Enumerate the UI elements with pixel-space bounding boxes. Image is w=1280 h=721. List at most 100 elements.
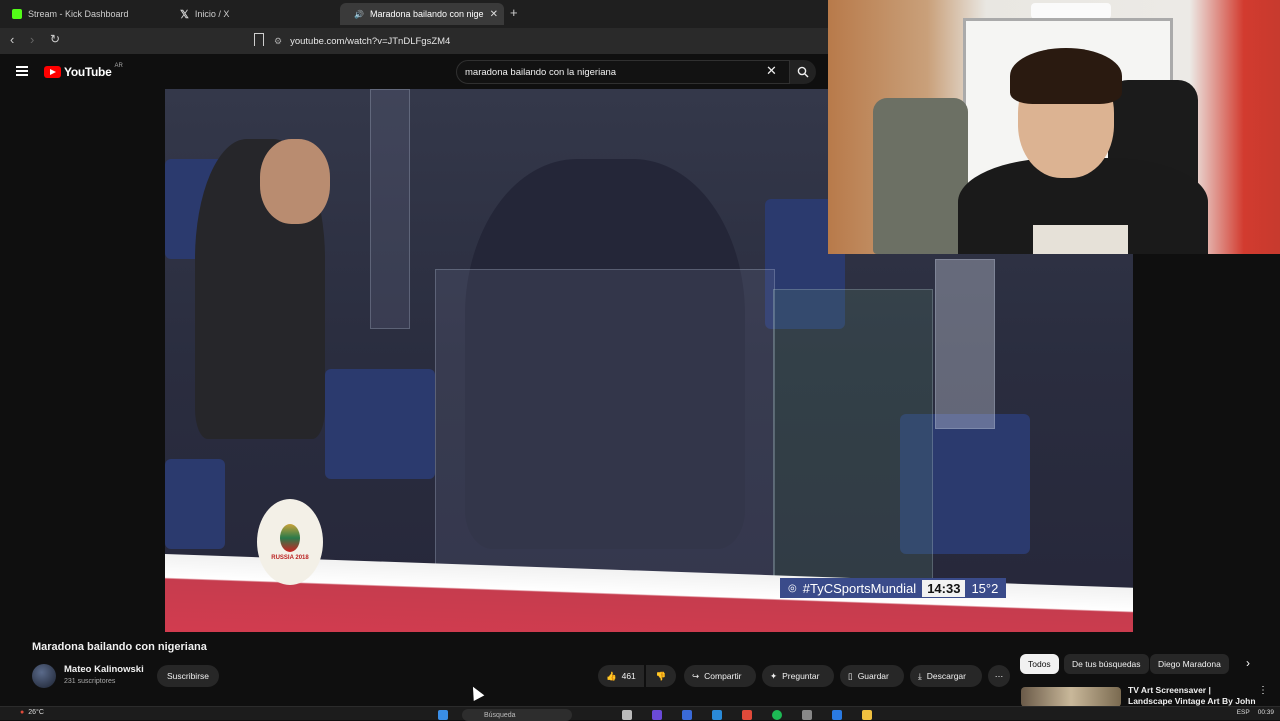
chip-diego-maradona[interactable]: Diego Maradona: [1150, 654, 1229, 674]
overlay-hashtag: #TyCSportsMundial: [802, 580, 917, 596]
search-button[interactable]: [790, 60, 816, 84]
url-text: youtube.com/watch?v=JTnDLFgsZM4: [290, 35, 451, 47]
file-explorer-icon[interactable]: [862, 710, 872, 720]
app-icon[interactable]: [802, 710, 812, 720]
weather-widget[interactable]: ● 26°C: [20, 709, 44, 716]
tab-x-home[interactable]: 𝕏 Inicio / X: [172, 3, 338, 25]
recommendation-title[interactable]: TV Art Screensaver | Landscape Vintage A…: [1128, 685, 1256, 707]
app-icon[interactable]: [652, 710, 662, 720]
spectator-face: [260, 139, 330, 224]
chip-from-your-searches[interactable]: De tus búsquedas: [1064, 654, 1149, 674]
search-query: maradona bailando con la nigeriana: [465, 66, 617, 78]
dislike-button[interactable]: 👎: [646, 665, 676, 687]
like-count: 461: [621, 671, 636, 681]
channel-name[interactable]: Mateo Kalinowski: [64, 664, 144, 675]
download-icon: ⤓: [918, 670, 922, 681]
thumbs-up-icon: 👍: [606, 670, 617, 681]
taskbar-search[interactable]: Búsqueda: [462, 709, 572, 721]
ask-label: Preguntar: [782, 671, 820, 681]
youtube-logo[interactable]: YouTube AR: [44, 63, 123, 79]
browser-tab-bar: Stream - Kick Dashboard 𝕏 Inicio / X 🔊 M…: [0, 0, 828, 28]
download-label: Descargar: [926, 671, 966, 681]
stadium-seat: [165, 459, 225, 549]
weather-temp: 26°C: [28, 709, 44, 716]
kick-icon: [12, 9, 22, 19]
spotify-icon[interactable]: [772, 710, 782, 720]
youtube-play-icon: [44, 66, 61, 78]
reload-icon[interactable]: ↻: [50, 32, 60, 46]
recommendation-thumbnail[interactable]: [1021, 687, 1121, 707]
shirt-print: [1033, 225, 1128, 254]
tab-label: Stream - Kick Dashboard: [28, 9, 129, 19]
task-view-icon[interactable]: [622, 710, 632, 720]
weather-icon: ●: [20, 709, 25, 716]
thumbs-down-icon: 👎: [655, 670, 667, 681]
clock: 00:39: [1257, 709, 1274, 716]
windows-taskbar: ● 26°C Búsqueda ESP 00:39: [0, 706, 1280, 721]
menu-icon[interactable]: [16, 66, 28, 76]
save-button[interactable]: ▯ Guardar: [840, 665, 904, 687]
world-cup-badge: RUSSIA 2018: [257, 499, 323, 585]
bookmark-icon[interactable]: [254, 33, 264, 46]
world-cup-trophy-icon: [280, 523, 300, 552]
stadium-railing: [935, 259, 995, 429]
more-actions-button[interactable]: ⋯: [988, 665, 1010, 687]
streamer-webcam: [828, 0, 1280, 254]
chip-all[interactable]: Todos: [1020, 654, 1059, 674]
audio-playing-icon: 🔊: [354, 9, 364, 19]
close-tab-icon[interactable]: ✕: [490, 9, 498, 20]
new-tab-button[interactable]: +: [510, 5, 518, 20]
browser-icon[interactable]: [742, 710, 752, 720]
browser-toolbar: ‹ › ↻ ⚙ youtube.com/watch?v=JTnDLFgsZM4: [0, 28, 828, 54]
tab-kick-dashboard[interactable]: Stream - Kick Dashboard: [4, 3, 170, 25]
tv-broadcast-overlay: ◎ #TyCSportsMundial 14:33 15°2: [780, 578, 1007, 598]
mouse-cursor: [467, 683, 485, 702]
recommendation-menu-icon[interactable]: ⋮: [1258, 685, 1268, 696]
like-button[interactable]: 👍 461: [598, 665, 644, 687]
app-icon[interactable]: [712, 710, 722, 720]
tab-label: Maradona bailando con nige: [369, 9, 484, 19]
air-conditioner: [1031, 3, 1111, 19]
chevron-right-icon[interactable]: ›: [1246, 656, 1250, 670]
box-glass-panel: [773, 289, 933, 579]
search-icon: [797, 66, 809, 78]
download-button[interactable]: ⤓ Descargar: [910, 665, 982, 687]
stadium-seat: [325, 369, 435, 479]
subscriber-count: 231 suscriptores: [64, 678, 116, 685]
address-bar[interactable]: ⚙ youtube.com/watch?v=JTnDLFgsZM4: [274, 31, 824, 51]
save-label: Guardar: [857, 671, 889, 681]
background-chair: [873, 98, 968, 254]
badge-text: RUSSIA 2018: [271, 554, 309, 561]
instagram-icon: ◎: [788, 582, 797, 594]
site-info-icon[interactable]: ⚙: [274, 36, 282, 47]
overlay-temperature: 15°2: [971, 580, 999, 596]
share-button[interactable]: ↪ Compartir: [684, 665, 756, 687]
x-logo-icon: 𝕏: [180, 8, 189, 21]
clear-search-icon[interactable]: ✕: [766, 63, 777, 79]
box-glass-panel: [435, 269, 775, 579]
taskbar-search-placeholder: Búsqueda: [484, 711, 516, 719]
streamer-hair: [1010, 48, 1122, 104]
subscribe-button[interactable]: Suscribirse: [157, 665, 219, 687]
overlay-clock: 14:33: [922, 579, 966, 597]
youtube-header: YouTube AR maradona bailando con la nige…: [0, 54, 828, 90]
stadium-pillar: [370, 89, 410, 329]
share-icon: ↪: [692, 670, 700, 681]
bookmark-icon: ▯: [848, 670, 853, 681]
app-icon[interactable]: [832, 710, 842, 720]
app-icon[interactable]: [682, 710, 692, 720]
youtube-wordmark: YouTube: [64, 65, 112, 79]
windows-start-icon[interactable]: [438, 710, 448, 720]
more-icon: ⋯: [994, 670, 1004, 681]
share-label: Compartir: [704, 671, 742, 681]
back-icon[interactable]: ‹: [10, 32, 14, 47]
search-input[interactable]: maradona bailando con la nigeriana: [456, 60, 790, 84]
tab-youtube-video[interactable]: 🔊 Maradona bailando con nige ✕: [340, 3, 504, 25]
language-indicator: ESP: [1236, 709, 1250, 716]
sparkle-icon: ✦: [770, 670, 778, 681]
channel-avatar[interactable]: [32, 664, 56, 688]
ask-button[interactable]: ✦ Preguntar: [762, 665, 834, 687]
forward-icon[interactable]: ›: [30, 32, 34, 47]
system-tray[interactable]: ESP 00:39: [1237, 709, 1274, 716]
video-title: Maradona bailando con nigeriana: [32, 641, 207, 653]
